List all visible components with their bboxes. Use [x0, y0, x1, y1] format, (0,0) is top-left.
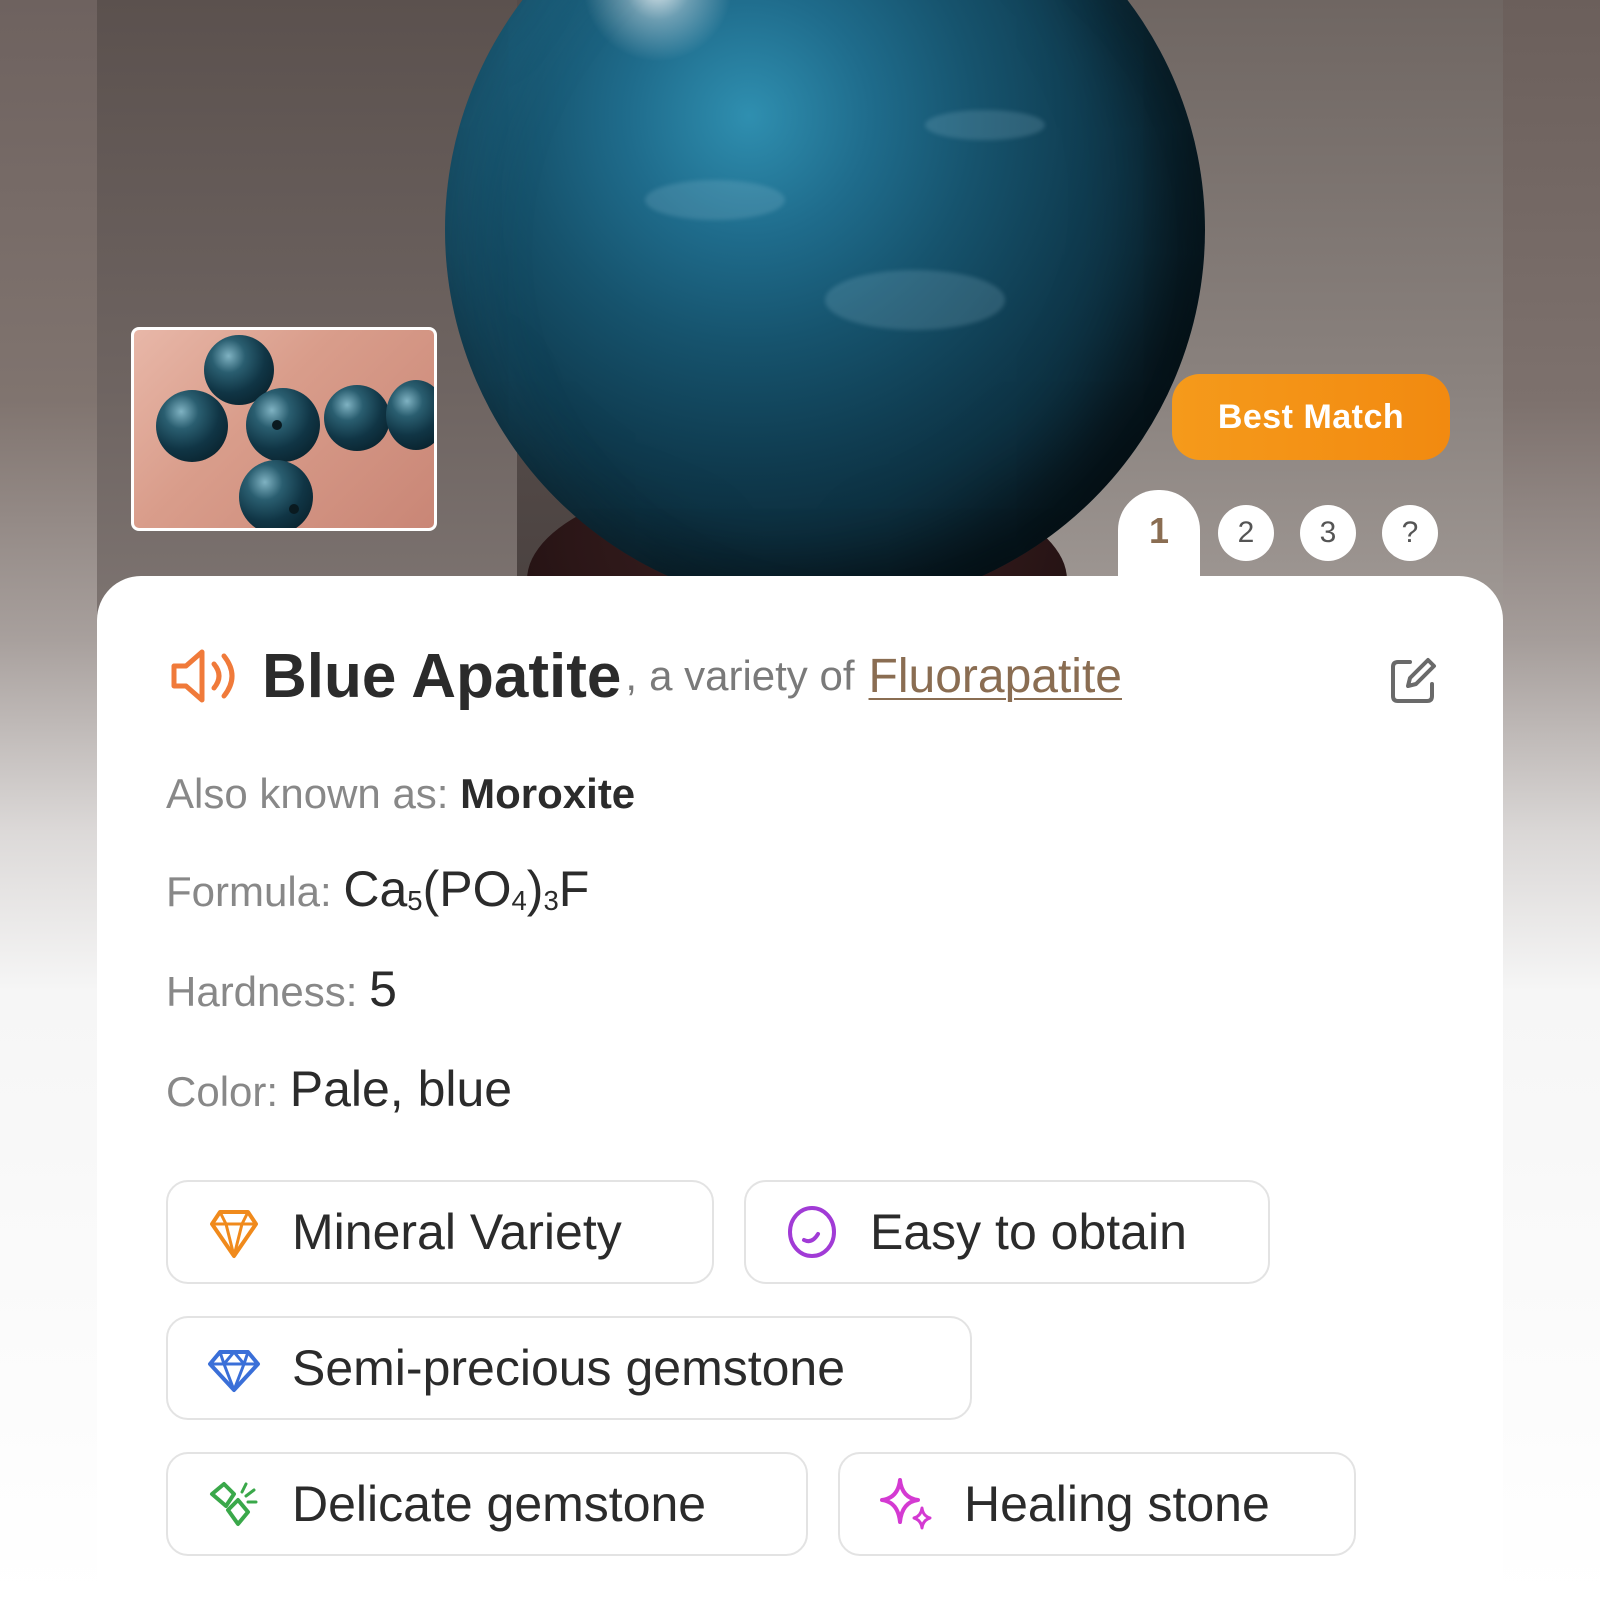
tab-label: 2 — [1237, 516, 1255, 549]
tab-label: 1 — [1148, 510, 1170, 551]
formula-part: F — [558, 861, 590, 917]
hardness-row: Hardness: 5 — [166, 960, 397, 1018]
formula-part: (PO — [422, 861, 512, 917]
edit-icon[interactable] — [1388, 656, 1438, 706]
chip-label: Healing stone — [964, 1476, 1270, 1532]
title-row: Blue Apatite , a variety of Fluorapatite — [168, 636, 1458, 716]
color-value: Pale, blue — [289, 1061, 513, 1117]
thumbnail-image[interactable] — [131, 327, 437, 531]
result-tab-help[interactable]: ? — [1382, 505, 1438, 561]
parent-mineral-link[interactable]: Fluorapatite — [869, 649, 1122, 704]
formula-row: Formula: Ca5(PO4)3F — [166, 860, 589, 918]
best-match-badge: Best Match — [1172, 374, 1450, 460]
aka-label: Also known as: — [166, 770, 449, 817]
chip-label: Delicate gemstone — [292, 1476, 707, 1532]
title-separator: , — [625, 652, 638, 699]
formula-label: Formula: — [166, 868, 332, 915]
diamond-icon — [208, 1350, 260, 1392]
formula-sub: 4 — [511, 885, 527, 917]
sphere-streak — [645, 180, 785, 220]
aka-row: Also known as: Moroxite — [166, 770, 635, 818]
stone-icon — [788, 1206, 836, 1258]
result-tab-3[interactable]: 3 — [1300, 505, 1356, 561]
hardness-label: Hardness: — [166, 968, 358, 1015]
mineral-name: Blue Apatite — [262, 641, 622, 711]
aka-value: Moroxite — [460, 770, 636, 817]
bead — [246, 388, 320, 462]
chip-label: Mineral Variety — [292, 1204, 622, 1260]
color-label: Color: — [166, 1068, 279, 1115]
broken-crystal-icon — [210, 1482, 258, 1526]
tab-label: ? — [1401, 516, 1419, 549]
chip-easy-to-obtain[interactable]: Easy to obtain — [744, 1180, 1270, 1284]
variety-prefix: a variety of — [649, 652, 855, 699]
bead-hole — [272, 420, 282, 430]
bead — [239, 460, 313, 528]
chip-label: Easy to obtain — [870, 1204, 1187, 1260]
crystal-icon — [210, 1210, 258, 1258]
chip-delicate-gemstone[interactable]: Delicate gemstone — [166, 1452, 808, 1556]
formula-part: Ca — [343, 861, 408, 917]
hardness-value: 5 — [369, 961, 397, 1017]
formula-sub: 5 — [407, 885, 423, 917]
chip-semi-precious[interactable]: Semi-precious gemstone — [166, 1316, 972, 1420]
speaker-icon[interactable] — [168, 644, 244, 708]
photo-bg-left — [97, 0, 517, 640]
bead-hole — [289, 504, 299, 514]
sparkle-icon — [880, 1478, 932, 1530]
chip-mineral-variety[interactable]: Mineral Variety — [166, 1180, 714, 1284]
color-row: Color: Pale, blue — [166, 1060, 512, 1118]
result-tab-2[interactable]: 2 — [1218, 505, 1274, 561]
sphere-streak — [825, 270, 1005, 330]
background-left — [0, 0, 97, 1600]
chip-label: Semi-precious gemstone — [292, 1340, 846, 1396]
background-right — [1503, 0, 1600, 1600]
sphere-streak — [925, 110, 1045, 140]
tab-label: 3 — [1319, 516, 1337, 549]
formula-part: ) — [526, 861, 544, 917]
bead — [324, 385, 390, 451]
chip-healing-stone[interactable]: Healing stone — [838, 1452, 1356, 1556]
specimen-photo[interactable] — [97, 0, 1503, 640]
formula-sub: 3 — [543, 885, 559, 917]
bead — [386, 380, 434, 450]
formula-value: Ca5(PO4)3F — [343, 861, 589, 917]
bead — [156, 390, 228, 462]
